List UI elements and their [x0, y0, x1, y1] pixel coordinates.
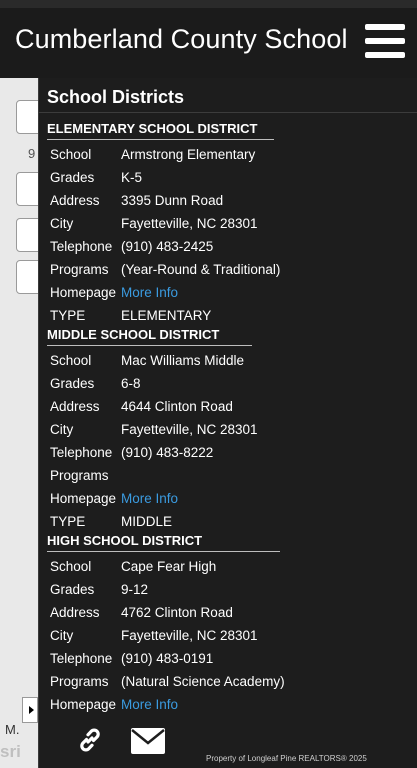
field-label-grades: Grades [50, 582, 95, 597]
panel-title: School Districts [47, 87, 185, 107]
field-value-telephone: (910) 483-2425 [121, 239, 214, 254]
field-value-programs: (Year-Round & Traditional) [121, 262, 281, 277]
section-heading: ELEMENTARY SCHOOL DISTRICT [47, 121, 258, 136]
field-label-programs: Programs [50, 674, 109, 689]
map-logo: sri [0, 742, 21, 761]
field-label-homepage: Homepage [50, 697, 117, 712]
field-value-school: Armstrong Elementary [121, 147, 256, 162]
field-label-programs: Programs [50, 468, 109, 483]
field-label-telephone: Telephone [50, 239, 113, 254]
field-value-school: Cape Fear High [121, 559, 217, 574]
field-label-school: School [50, 559, 92, 574]
field-label-telephone: Telephone [50, 445, 113, 460]
field-label-address: Address [50, 193, 100, 208]
link-icon[interactable] [76, 726, 104, 754]
map-attribution: M. [5, 722, 20, 737]
mail-icon[interactable] [130, 727, 166, 755]
field-label-city: City [50, 628, 74, 643]
page-title: Cumberland County School [15, 24, 348, 54]
field-value-telephone: (910) 483-8222 [121, 445, 214, 460]
section-heading: MIDDLE SCHOOL DISTRICT [47, 327, 220, 342]
field-label-address: Address [50, 605, 100, 620]
more-info-link[interactable]: More Info [121, 285, 178, 300]
field-label-city: City [50, 216, 74, 231]
field-label-school: School [50, 353, 92, 368]
field-label-city: City [50, 422, 74, 437]
field-value-address: 4762 Clinton Road [121, 605, 233, 620]
field-value-address: 4644 Clinton Road [121, 399, 233, 414]
field-label-grades: Grades [50, 170, 95, 185]
section-heading: HIGH SCHOOL DISTRICT [47, 533, 203, 548]
field-value-city: Fayetteville, NC 28301 [121, 422, 258, 437]
field-label-type: TYPE [50, 514, 86, 529]
section-divider [47, 345, 252, 346]
app-header: Cumberland County School [0, 0, 417, 78]
field-label-type: TYPE [50, 308, 86, 323]
field-value-grades: 9-12 [121, 582, 149, 597]
field-value-school: Mac Williams Middle [121, 353, 245, 368]
section-divider [47, 551, 280, 552]
field-label-homepage: Homepage [50, 491, 117, 506]
field-label-telephone: Telephone [50, 651, 113, 666]
field-label-grades: Grades [50, 376, 95, 391]
section-divider [47, 139, 274, 140]
map-scale-label: 9 [28, 146, 36, 161]
field-value-address: 3395 Dunn Road [121, 193, 224, 208]
school-districts-panel: School Districts ELEMENTARY SCHOOL DISTR… [38, 78, 417, 768]
copyright-text: Property of Longleaf Pine REALTORS® 2025 [206, 754, 367, 763]
divider [39, 112, 417, 113]
more-info-link[interactable]: More Info [121, 491, 178, 506]
field-label-homepage: Homepage [50, 285, 117, 300]
expand-arrow-icon[interactable] [22, 697, 38, 723]
hamburger-menu-icon[interactable] [365, 24, 405, 58]
field-value-grades: K-5 [121, 170, 143, 185]
field-value-grades: 6-8 [121, 376, 141, 391]
field-value-programs: (Natural Science Academy) [121, 674, 285, 689]
field-label-programs: Programs [50, 262, 109, 277]
field-label-school: School [50, 147, 92, 162]
field-label-address: Address [50, 399, 100, 414]
field-value-type: ELEMENTARY [121, 308, 212, 323]
field-value-telephone: (910) 483-0191 [121, 651, 214, 666]
field-value-city: Fayetteville, NC 28301 [121, 216, 258, 231]
field-value-city: Fayetteville, NC 28301 [121, 628, 258, 643]
field-value-type: MIDDLE [121, 514, 173, 529]
more-info-link[interactable]: More Info [121, 697, 178, 712]
header-topline [0, 0, 417, 8]
